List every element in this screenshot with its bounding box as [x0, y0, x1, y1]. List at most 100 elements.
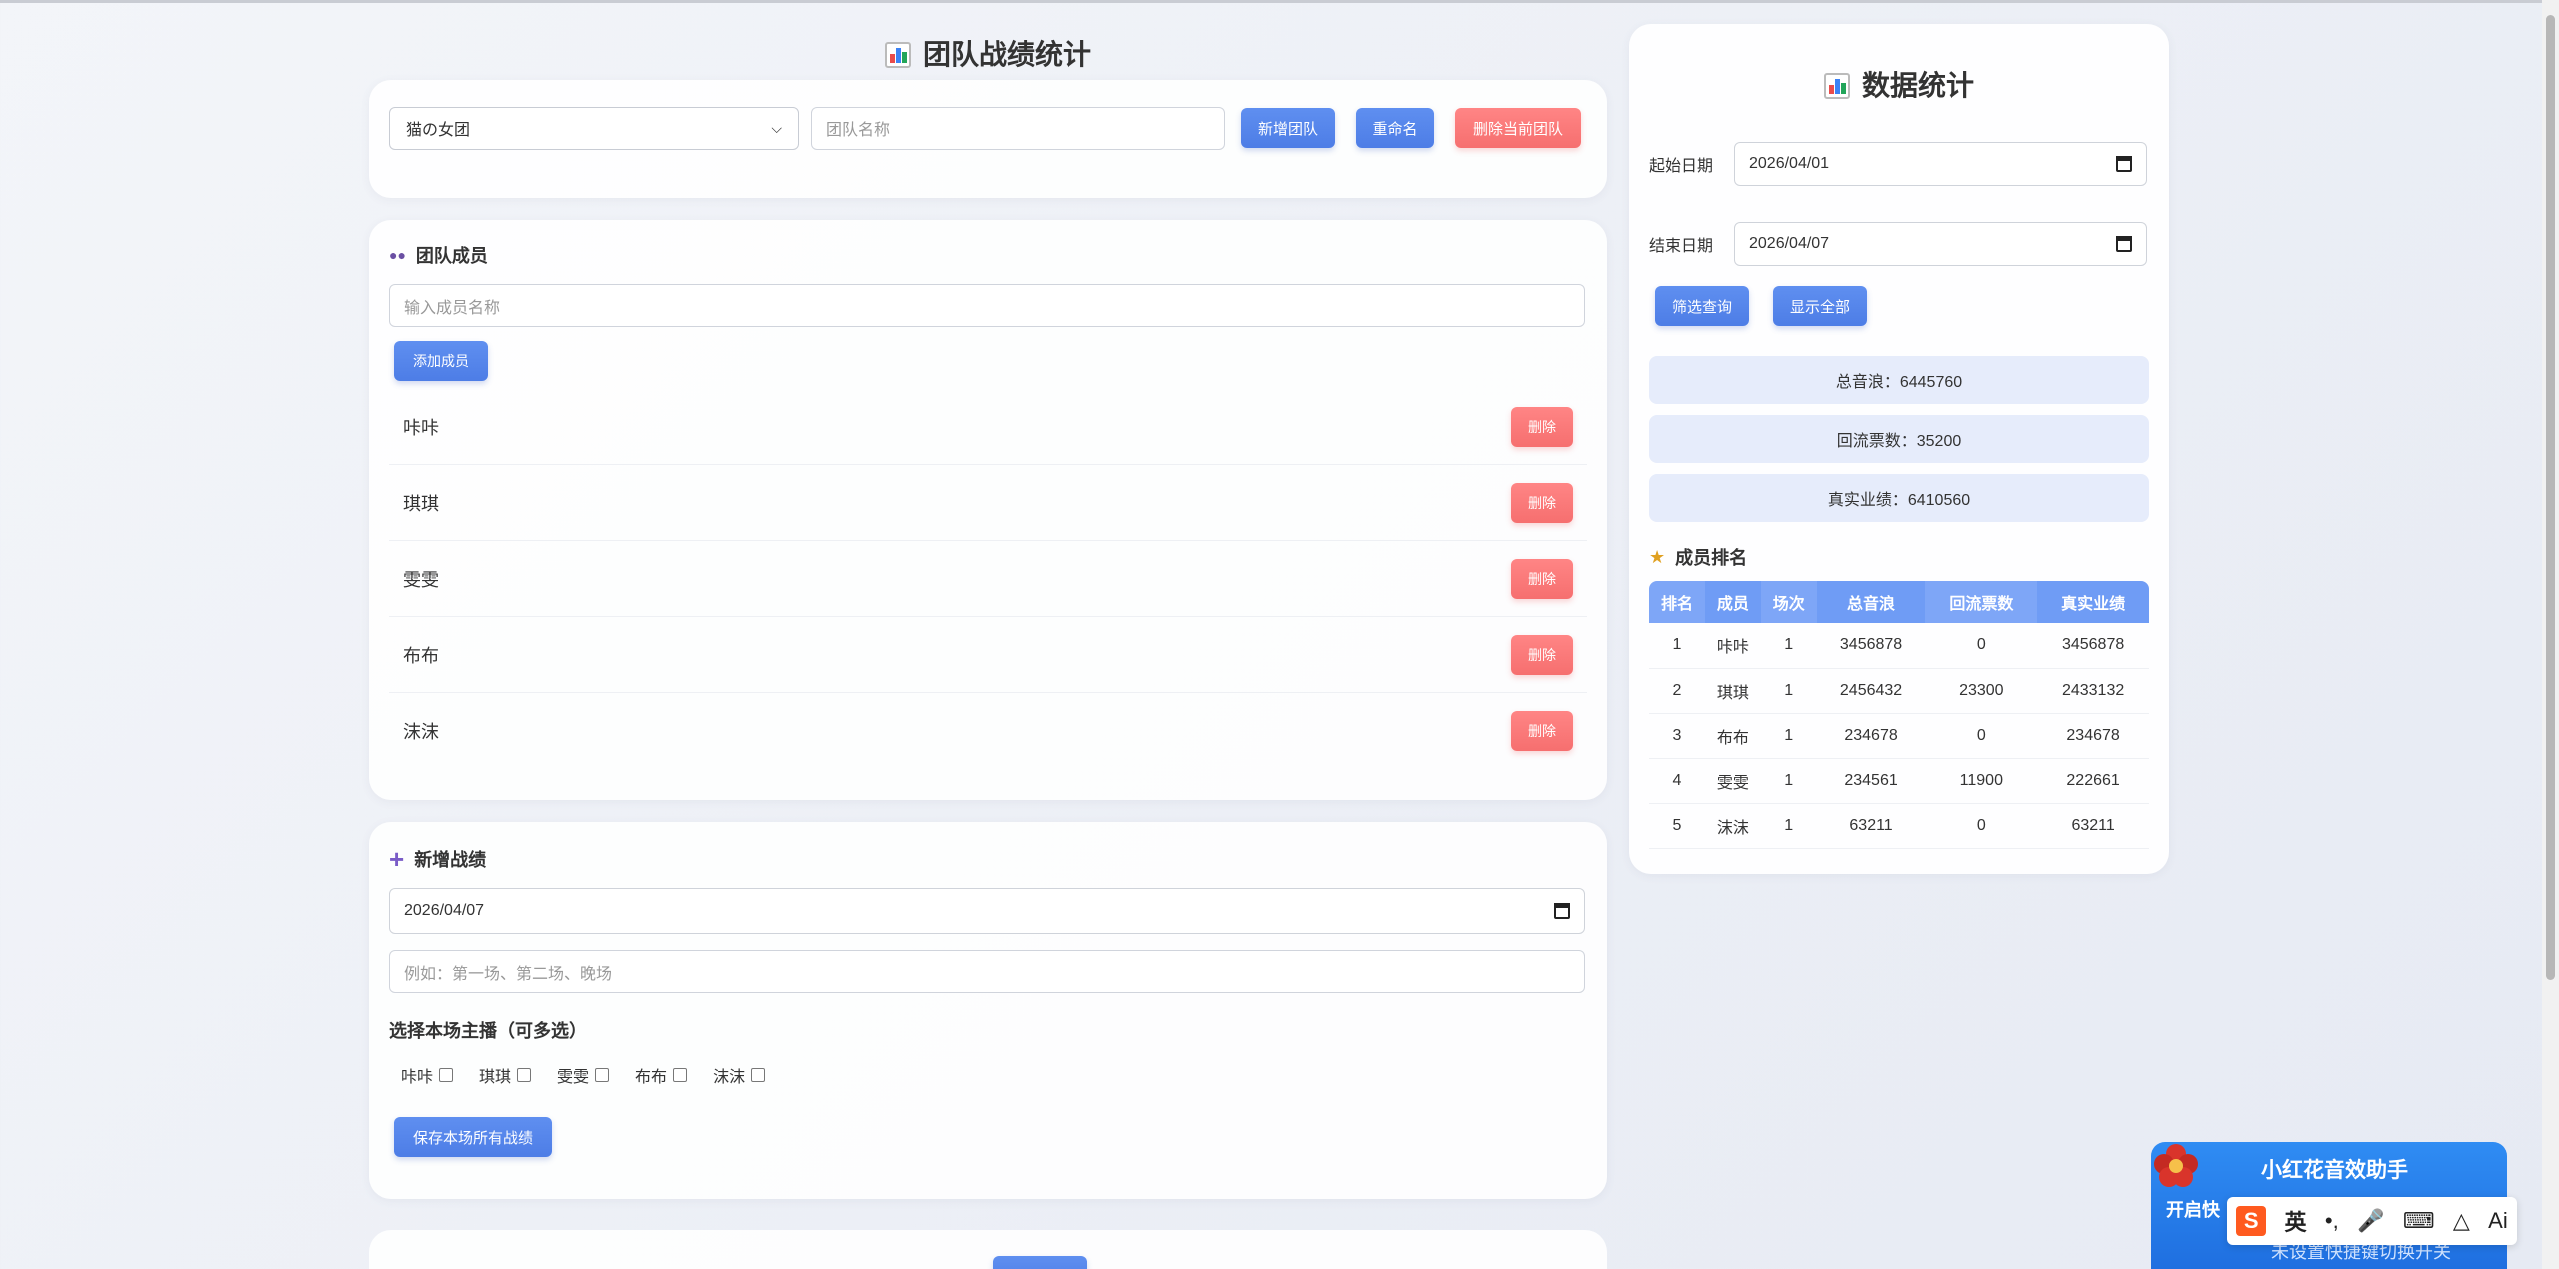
- ime-ai-button[interactable]: Ai: [2488, 1208, 2508, 1234]
- table-cell: 222661: [2037, 758, 2149, 804]
- calendar-icon[interactable]: [1554, 903, 1570, 919]
- checkbox-box[interactable]: [517, 1068, 532, 1082]
- window-top-border: [0, 0, 2559, 3]
- member-name: 咔咔: [403, 417, 439, 438]
- stats-panel: 数据统计 起始日期 2026/04/01 结束日期 2026/04/07 筛选查…: [1629, 24, 2169, 874]
- table-cell: 0: [1925, 623, 2038, 669]
- team-select[interactable]: 猫の女团 ⌵: [389, 106, 799, 150]
- keyboard-icon[interactable]: ⌨: [2403, 1208, 2435, 1234]
- microphone-icon[interactable]: 🎤: [2357, 1208, 2384, 1234]
- members-title: 团队成员: [415, 246, 488, 266]
- ranking-column-header: 真实业绩: [2037, 581, 2149, 623]
- host-checkbox[interactable]: 琪琪: [479, 1063, 532, 1087]
- table-cell: 雯雯: [1704, 758, 1761, 804]
- table-cell: 琪琪: [1704, 668, 1761, 714]
- end-date-row: 结束日期 2026/04/07: [1649, 204, 2149, 284]
- table-cell: 23300: [1925, 668, 2038, 714]
- table-cell: 2: [1649, 668, 1705, 714]
- table-row: 1 咔咔 1 3456878 0 3456878: [1649, 623, 2149, 669]
- add-team-button[interactable]: 新增团队: [1241, 108, 1335, 148]
- table-cell: 63211: [2037, 803, 2149, 849]
- host-checkbox[interactable]: 沫沫: [713, 1063, 766, 1087]
- delete-team-button[interactable]: 删除当前团队: [1455, 108, 1581, 148]
- history-action-button[interactable]: [993, 1256, 1087, 1269]
- member-row: 琪琪 删除: [389, 465, 1587, 541]
- add-member-button[interactable]: 添加成员: [394, 341, 488, 381]
- hosts-title: 选择本场主播（可多选）: [389, 1021, 587, 1041]
- calendar-icon[interactable]: [2116, 156, 2132, 172]
- team-name-input[interactable]: 团队名称: [811, 106, 1225, 150]
- delete-member-button[interactable]: 删除: [1511, 406, 1573, 447]
- checkbox-box[interactable]: [673, 1068, 688, 1082]
- ime-lang-toggle[interactable]: 英: [2285, 1205, 2307, 1237]
- session-placeholder: 例如：第一场、第二场、晚场: [404, 965, 613, 983]
- rename-team-button[interactable]: 重命名: [1356, 108, 1434, 148]
- table-row: 3 布布 1 234678 0 234678: [1649, 713, 2149, 759]
- table-row: 4 雯雯 1 234561 11900 222661: [1649, 758, 2149, 804]
- members-card: ●● 团队成员 输入成员名称 添加成员 咔咔 删除 琪琪 删除 雯雯 删除 布布 删除 沫沫 删除: [369, 220, 1607, 800]
- member-row: 雯雯 删除: [389, 541, 1587, 617]
- host-checkbox[interactable]: 布布: [635, 1063, 688, 1087]
- ranking-column-header: 成员: [1704, 581, 1761, 623]
- session-input[interactable]: 例如：第一场、第二场、晚场: [389, 950, 1585, 993]
- page-title: 团队战绩统计: [369, 30, 1607, 80]
- member-row: 布布 删除: [389, 617, 1587, 693]
- end-date-input[interactable]: 2026/04/07: [1734, 222, 2147, 266]
- red-flower-icon: [2154, 1144, 2198, 1187]
- checkbox-box[interactable]: [439, 1068, 454, 1082]
- widget-open-label[interactable]: 开启快: [2166, 1196, 2220, 1222]
- total-wave-summary: 总音浪：6445760: [1649, 356, 2149, 404]
- save-records-button[interactable]: 保存本场所有战绩: [394, 1117, 552, 1157]
- delete-member-button[interactable]: 删除: [1511, 634, 1573, 675]
- filter-button[interactable]: 筛选查询: [1655, 286, 1749, 326]
- skin-shirt-icon[interactable]: △: [2453, 1208, 2470, 1234]
- table-row: 5 沫沫 1 63211 0 63211: [1649, 803, 2149, 849]
- host-checkbox[interactable]: 咔咔: [401, 1063, 454, 1087]
- real-performance-summary: 真实业绩：6410560: [1649, 474, 2149, 522]
- record-date-input[interactable]: 2026/04/07: [389, 888, 1585, 934]
- start-date-label: 起始日期: [1649, 158, 1714, 175]
- scrollbar-thumb[interactable]: [2546, 15, 2555, 980]
- member-name: 雯雯: [403, 569, 439, 590]
- host-name: 布布: [635, 1069, 668, 1086]
- ranking-table: 排名 成员 场次 总音浪 回流票数 真实业绩 1 咔咔 1 3456878 0 3456878 2 琪琪…: [1649, 581, 2149, 849]
- team-card: 猫の女团 ⌵ 团队名称 新增团队 重命名 删除当前团队: [369, 80, 1607, 198]
- delete-member-button[interactable]: 删除: [1511, 482, 1573, 523]
- new-record-card: + 新增战绩 2026/04/07 例如：第一场、第二场、晚场 选择本场主播（可…: [369, 822, 1607, 1199]
- punctuation-icon[interactable]: •,: [2325, 1208, 2339, 1234]
- page-scrollbar[interactable]: [2542, 0, 2559, 1269]
- team-name-placeholder: 团队名称: [826, 122, 891, 139]
- ranking-table-header: 排名 成员 场次 总音浪 回流票数 真实业绩: [1649, 581, 2149, 623]
- start-date-input[interactable]: 2026/04/01: [1734, 142, 2147, 186]
- member-name-input[interactable]: 输入成员名称: [389, 284, 1585, 327]
- trophy-icon: ★: [1649, 546, 1666, 567]
- widget-title: 小红花音效助手: [2261, 1159, 2408, 1182]
- table-cell: 0: [1925, 713, 2038, 759]
- table-cell: 布布: [1704, 713, 1761, 759]
- stats-title: 数据统计: [1649, 44, 2149, 108]
- table-cell: 5: [1649, 803, 1705, 849]
- show-all-button[interactable]: 显示全部: [1773, 286, 1867, 326]
- checkbox-box[interactable]: [751, 1068, 766, 1082]
- main-column: 团队战绩统计 猫の女团 ⌵ 团队名称 新增团队 重命名 删除当前团队 ●● 团队…: [369, 30, 1607, 1221]
- delete-member-button[interactable]: 删除: [1511, 558, 1573, 599]
- table-cell: 234561: [1816, 758, 1926, 804]
- member-row: 沫沫 删除: [389, 693, 1587, 769]
- member-name-placeholder: 输入成员名称: [404, 299, 501, 317]
- delete-member-button[interactable]: 删除: [1511, 711, 1573, 751]
- checkbox-box[interactable]: [595, 1068, 610, 1082]
- bar-chart-icon: [1823, 73, 1850, 99]
- ranking-column-header: 排名: [1649, 581, 1705, 623]
- table-cell: 咔咔: [1704, 623, 1761, 669]
- sogou-logo-icon[interactable]: S: [2236, 1206, 2267, 1236]
- chevron-down-icon: ⌵: [771, 119, 782, 136]
- table-cell: 1: [1760, 623, 1817, 669]
- host-checkbox[interactable]: 雯雯: [557, 1063, 610, 1087]
- ranking-column-header: 场次: [1760, 581, 1817, 623]
- calendar-icon[interactable]: [2116, 236, 2132, 252]
- table-cell: 234678: [1816, 713, 1926, 759]
- ime-toolbar: S 英 •, 🎤 ⌨ △ Ai: [2227, 1197, 2517, 1245]
- bar-chart-icon: [884, 42, 911, 68]
- table-cell: 2456432: [1816, 668, 1926, 714]
- table-cell: 11900: [1925, 758, 2038, 804]
